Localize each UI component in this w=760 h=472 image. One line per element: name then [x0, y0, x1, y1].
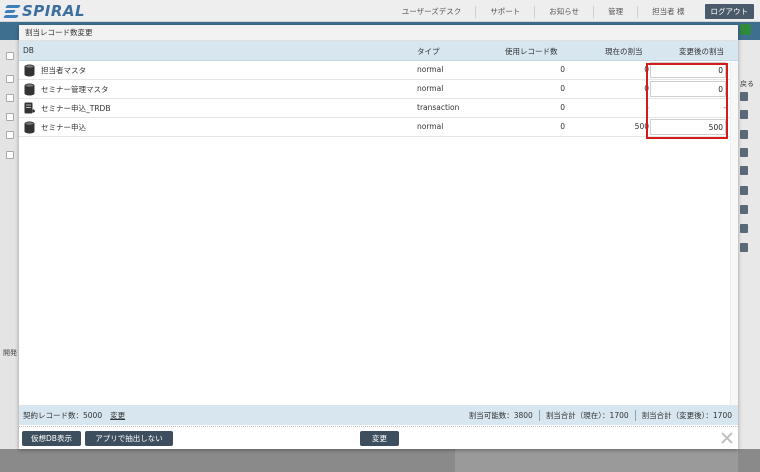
row-action-icon[interactable]	[740, 92, 748, 101]
table-row: セミナー申込_TRDB transaction 0 - -	[19, 99, 738, 118]
table-row: セミナー管理マスタ normal 0 0	[19, 80, 738, 99]
show-virtual-db-button[interactable]: 仮想DB表示	[22, 431, 81, 446]
nav-admin[interactable]: 管理	[593, 5, 637, 18]
back-link[interactable]: 戻る	[740, 79, 754, 89]
current-allocation: 0	[644, 65, 649, 74]
row-action-icon[interactable]	[740, 110, 748, 119]
new-allocation-unavailable: -	[723, 103, 726, 112]
current-allocation: -	[646, 103, 649, 112]
database-icon	[24, 121, 35, 134]
used-records: 0	[560, 65, 565, 74]
table-row: 担当者マスタ normal 0 0	[19, 61, 738, 80]
background-bottom-panel	[455, 449, 738, 472]
top-nav: ユーザーズデスク サポート お知らせ 管理 担当者 様 ログアウト	[388, 4, 754, 19]
column-type: タイプ	[417, 47, 440, 56]
logout-button[interactable]: ログアウト	[704, 4, 754, 19]
db-name: 担当者マスタ	[41, 66, 86, 75]
nav-users-desk[interactable]: ユーザーズデスク	[388, 6, 475, 18]
allocation-totals: 割当可能数：3800 割当合計（現在）：1700 割当合計（変更後）：1700	[463, 410, 738, 421]
current-allocation: 0	[644, 84, 649, 93]
nav-support[interactable]: サポート	[475, 5, 534, 18]
current-allocation: 500	[634, 122, 649, 131]
background-checkbox[interactable]	[6, 52, 14, 60]
row-action-icon[interactable]	[740, 243, 748, 252]
column-used: 使用レコード数	[505, 47, 558, 56]
app-header: SPIRAL ユーザーズデスク サポート お知らせ 管理 担当者 様 ログアウト	[0, 0, 760, 22]
logo-text: SPIRAL	[22, 2, 86, 20]
db-type: normal	[417, 122, 444, 131]
new-allocation-input[interactable]	[650, 119, 726, 135]
contract-records-label: 契約レコード数：5000	[23, 411, 103, 420]
row-action-icon[interactable]	[740, 186, 748, 195]
no-app-extract-button[interactable]: アプリで抽出しない	[85, 431, 173, 446]
background-checkbox[interactable]	[6, 113, 14, 121]
row-action-icon[interactable]	[740, 224, 748, 233]
row-action-icon[interactable]	[740, 130, 748, 139]
row-action-icon[interactable]	[740, 166, 748, 175]
used-records: 0	[560, 84, 565, 93]
dialog-title: 割当レコード数変更	[19, 25, 738, 41]
row-action-icon[interactable]	[740, 205, 748, 214]
db-name: セミナー管理マスタ	[41, 85, 109, 94]
db-name: セミナー申込	[41, 123, 86, 132]
dialog-footer: 仮想DB表示 アプリで抽出しない 変更	[19, 426, 738, 449]
transaction-db-icon	[24, 102, 35, 114]
background-side-label: 開発	[3, 349, 17, 357]
db-type: transaction	[417, 103, 460, 112]
table-header: DB タイプ 使用レコード数 現在の割当 変更後の割当	[19, 41, 738, 61]
total-after: 割当合計（変更後）：1700	[634, 410, 738, 421]
change-button[interactable]: 変更	[360, 431, 399, 446]
background-list-column	[0, 40, 20, 472]
total-current: 割当合計（現在）：1700	[538, 410, 635, 421]
column-db: DB	[23, 46, 34, 55]
allocation-status-bar: 契約レコード数：5000 変更 割当可能数：3800 割当合計（現在）：1700 …	[19, 405, 738, 425]
new-allocation-input[interactable]	[650, 81, 726, 97]
used-records: 0	[560, 122, 565, 131]
column-after: 変更後の割当	[679, 47, 724, 56]
background-checkbox[interactable]	[6, 131, 14, 139]
background-checkbox[interactable]	[6, 94, 14, 102]
table-row: セミナー申込 normal 0 500	[19, 118, 738, 137]
export-icon[interactable]	[740, 24, 751, 35]
used-records: 0	[560, 103, 565, 112]
scrollbar[interactable]	[730, 62, 738, 405]
db-type: normal	[417, 84, 444, 93]
spiral-logo[interactable]: SPIRAL	[3, 2, 86, 20]
change-contract-link[interactable]: 変更	[110, 411, 125, 420]
background-checkbox[interactable]	[6, 151, 14, 159]
column-current: 現在の割当	[605, 47, 643, 56]
database-icon	[24, 83, 35, 96]
close-icon[interactable]	[721, 432, 733, 444]
new-allocation-input[interactable]	[650, 62, 726, 78]
row-action-icon[interactable]	[740, 148, 748, 157]
nav-news[interactable]: お知らせ	[534, 5, 593, 18]
db-type: normal	[417, 65, 444, 74]
contract-records: 契約レコード数：5000 変更	[23, 410, 125, 421]
db-name: セミナー申込_TRDB	[41, 104, 111, 113]
user-name[interactable]: 担当者 様	[637, 5, 698, 18]
record-allocation-dialog: 割当レコード数変更 DB タイプ 使用レコード数 現在の割当 変更後の割当 担当…	[19, 25, 738, 449]
spiral-logo-mark-icon	[3, 4, 21, 18]
assignable-count: 割当可能数：3800	[468, 411, 533, 420]
background-checkbox[interactable]	[6, 75, 14, 83]
database-icon	[24, 64, 35, 77]
background-right-column	[738, 40, 760, 472]
